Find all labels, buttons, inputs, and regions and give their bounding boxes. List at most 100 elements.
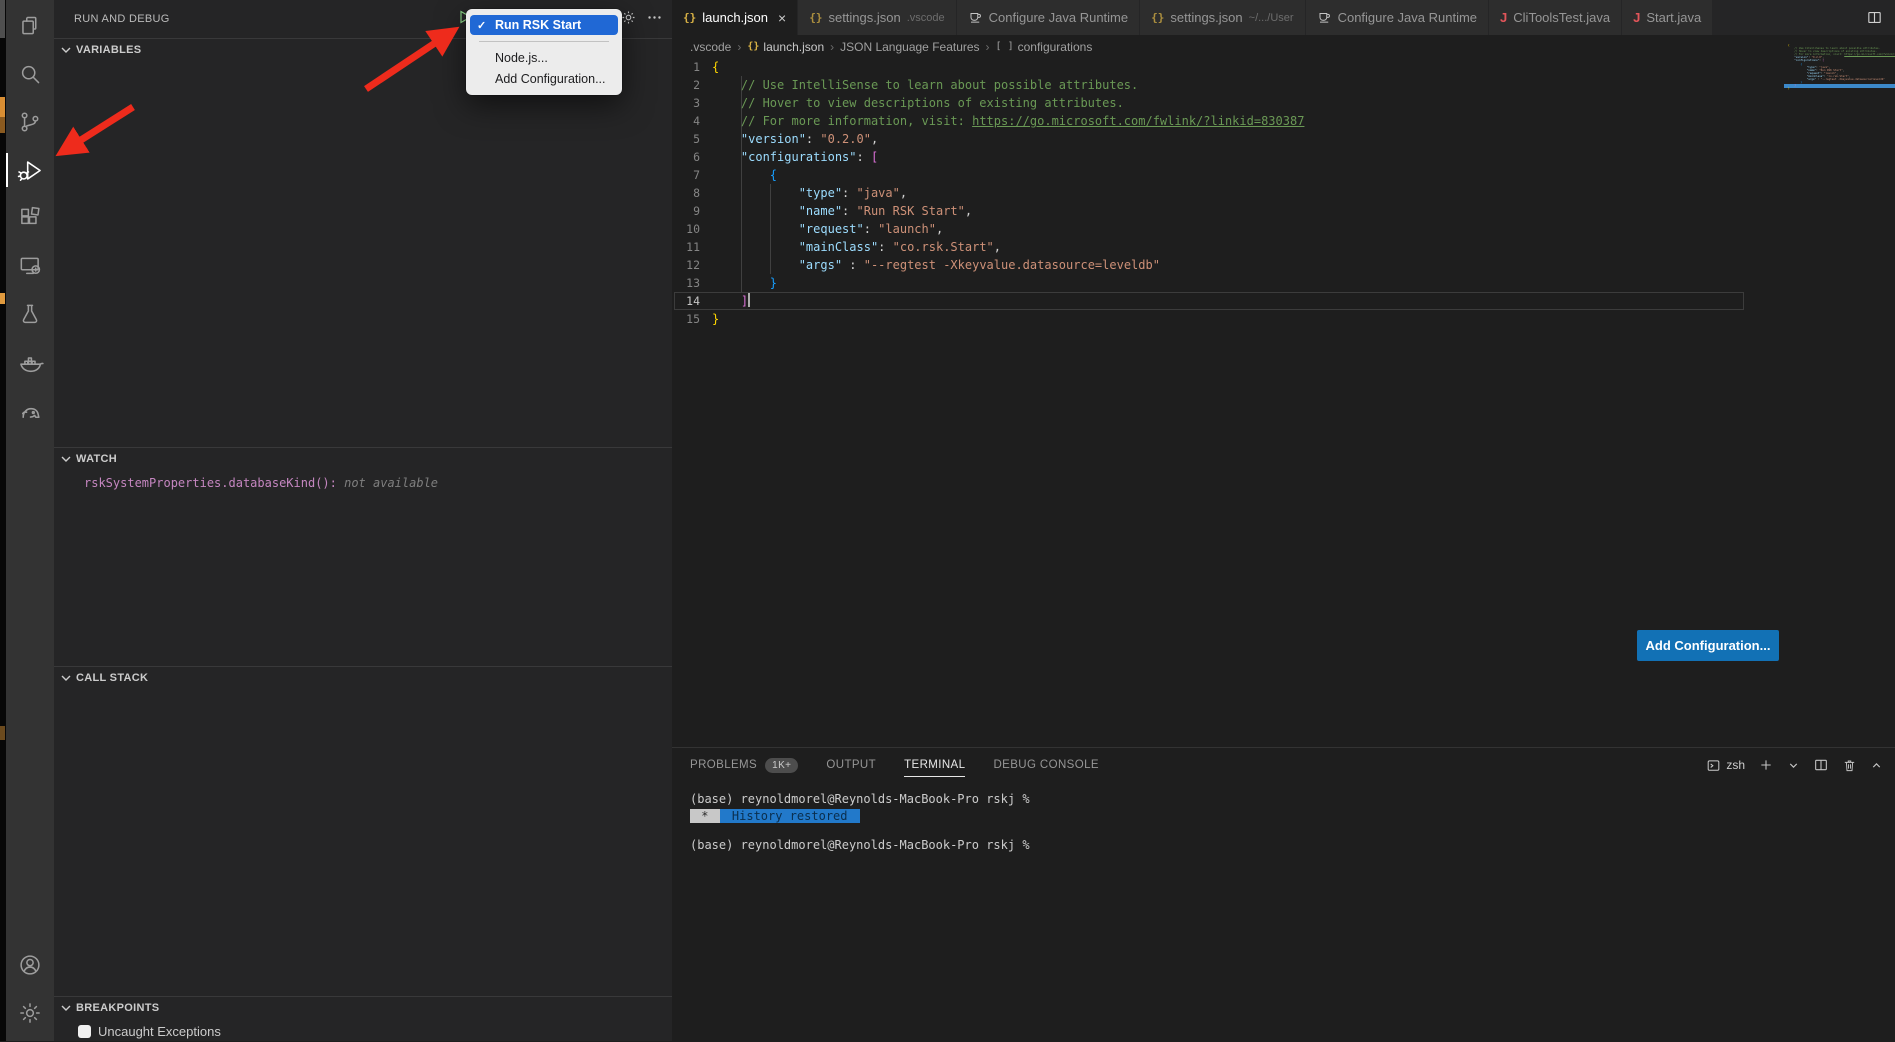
code-segment: } [1788,87,1790,90]
activity-item-source-control[interactable] [6,98,54,146]
activity-item-extensions[interactable] [6,194,54,242]
breadcrumb-separator: › [737,40,741,54]
activity-item-manage-settings[interactable] [6,989,54,1037]
code-segment: , [900,186,907,200]
code-line[interactable]: 3 // Hover to view descriptions of exist… [672,94,1895,112]
line-number: 10 [672,220,700,238]
panel-tab-problems[interactable]: PROBLEMS1K+ [690,748,798,782]
code-line[interactable]: 9 "name": "Run RSK Start", [672,202,1895,220]
shell-label: zsh [1726,758,1745,772]
section-label: BREAKPOINTS [76,1002,159,1014]
terminal-output[interactable]: (base) reynoldmorel@Reynolds-MacBook-Pro… [672,782,1895,854]
braces-icon: {} [747,41,759,52]
panel-actions: zsh [1706,748,1883,782]
activity-item-remote-explorer[interactable] [6,242,54,290]
code-text: "args" : "--regtest -Xkeyvalue.datasourc… [712,256,1160,274]
minimap[interactable]: { // Use IntelliSense to learn about pos… [1788,44,1895,90]
code-segment: "0.2.0" [820,132,871,146]
extensions-icon [17,205,43,231]
code-text: "type": "java", [712,184,907,202]
new-terminal-icon[interactable] [1758,757,1774,773]
code-line[interactable]: 13 } [672,274,1895,292]
tab-clitoolstest-java[interactable]: JCliToolsTest.java [1489,0,1622,35]
section-label: VARIABLES [76,44,141,56]
code-text: "name": "Run RSK Start", [712,202,972,220]
activity-item-run-and-debug[interactable] [6,146,54,194]
add-configuration-button[interactable]: Add Configuration... [1637,630,1779,661]
debug-settings-gear-icon[interactable] [620,9,637,31]
code-line[interactable]: 7 { [672,166,1895,184]
tab-launch-json[interactable]: {}launch.json× [672,0,798,35]
code-line[interactable]: 14 ] [672,292,1895,310]
terminal-line [690,825,1895,837]
activity-item-search[interactable] [6,50,54,98]
code-line[interactable]: 6 "configurations": [ [672,148,1895,166]
java-j-icon: J [1500,10,1507,25]
line-number: 14 [672,292,700,310]
breadcrumb-separator: › [830,40,834,54]
activity-item-testing[interactable] [6,290,54,338]
code-line[interactable]: 11 "mainClass": "co.rsk.Start", [672,238,1895,256]
code-line[interactable]: 2 // Use IntelliSense to learn about pos… [672,76,1895,94]
code-segment: "type" [712,186,842,200]
breadcrumb-item[interactable]: [ ]configurations [996,40,1093,54]
menu-item-node-js-[interactable]: Node.js... [470,48,618,68]
activity-item-docker[interactable] [6,338,54,386]
split-terminal-icon[interactable] [1813,757,1829,773]
launch-profile-chevron-icon[interactable] [1787,759,1800,772]
tab-configure-java-runtime[interactable]: Configure Java Runtime [957,0,1140,35]
menu-item-run-rsk-start[interactable]: ✓Run RSK Start [470,15,618,35]
code-segment: , [936,222,943,236]
code-line[interactable]: 12 "args" : "--regtest -Xkeyvalue.dataso… [672,256,1895,274]
split-editor-icon[interactable] [1866,9,1883,26]
line-number: 5 [672,130,700,148]
tab-settings-json[interactable]: {}settings.json~/.../User [1140,0,1305,35]
breakpoints-section-header[interactable]: BREAKPOINTS [54,996,672,1019]
code-line[interactable]: 5 "version": "0.2.0", [672,130,1895,148]
close-icon[interactable]: × [778,11,786,25]
code-line[interactable]: 15} [672,310,1895,328]
activity-item-explorer[interactable] [6,2,54,50]
panel-tab-output[interactable]: OUTPUT [826,748,876,782]
code-segment: : [806,132,820,146]
tab-configure-java-runtime[interactable]: Configure Java Runtime [1306,0,1489,35]
launch-configuration-menu: ✓Run RSK Start Node.js...Add Configuratio… [466,9,622,95]
code-segment: "request" [712,222,864,236]
testing-icon [17,301,43,327]
watch-expression-row[interactable]: rskSystemProperties.databaseKind(): not … [54,476,672,490]
breadcrumb-item[interactable]: {}launch.json [747,40,824,54]
code-line[interactable]: 4 // For more information, visit: https:… [672,112,1895,130]
breadcrumb-label: JSON Language Features [840,40,979,54]
tab-start-java[interactable]: JStart.java [1622,0,1713,35]
call-stack-section-header[interactable]: CALL STACK [54,666,672,689]
kill-terminal-trash-icon[interactable] [1842,758,1857,773]
breadcrumb-item[interactable]: JSON Language Features [840,40,979,54]
more-actions-icon[interactable] [646,9,663,31]
terminal-shell-selector[interactable]: zsh [1706,758,1745,773]
menu-item-add-configuration-[interactable]: Add Configuration... [470,69,618,89]
code-line[interactable]: 1{ [672,58,1895,76]
breadcrumb-item[interactable]: .vscode [690,40,731,54]
activity-item-accounts[interactable] [6,941,54,989]
variables-section: VARIABLES [54,38,672,447]
panel-tab-terminal[interactable]: TERMINAL [904,748,965,782]
code-link[interactable]: https://go.microsoft.com/fwlink/?linkid=… [972,114,1304,128]
panel-tab-label: DEBUG CONSOLE [993,759,1099,771]
watch-section: WATCH rskSystemProperties.databaseKind()… [54,447,672,666]
maximize-panel-chevron-icon[interactable] [1870,759,1883,772]
code-text: "mainClass": "co.rsk.Start", [712,238,1001,256]
tab-settings-json[interactable]: {}settings.json.vscode [798,0,956,35]
uncaught-exceptions-checkbox[interactable] [78,1025,91,1038]
breadcrumb-label: configurations [1018,40,1093,54]
terminal-line: (base) reynoldmorel@Reynolds-MacBook-Pro… [690,791,1895,808]
panel-tab-debug-console[interactable]: DEBUG CONSOLE [993,748,1099,782]
watch-section-header[interactable]: WATCH [54,447,672,470]
line-number: 4 [672,112,700,130]
line-number: 2 [672,76,700,94]
background-window-fragment [0,117,5,133]
code-line[interactable]: 10 "request": "launch", [672,220,1895,238]
activity-item-gradle[interactable] [6,386,54,434]
line-number: 8 [672,184,700,202]
terminal-icon [1706,758,1721,773]
code-line[interactable]: 8 "type": "java", [672,184,1895,202]
